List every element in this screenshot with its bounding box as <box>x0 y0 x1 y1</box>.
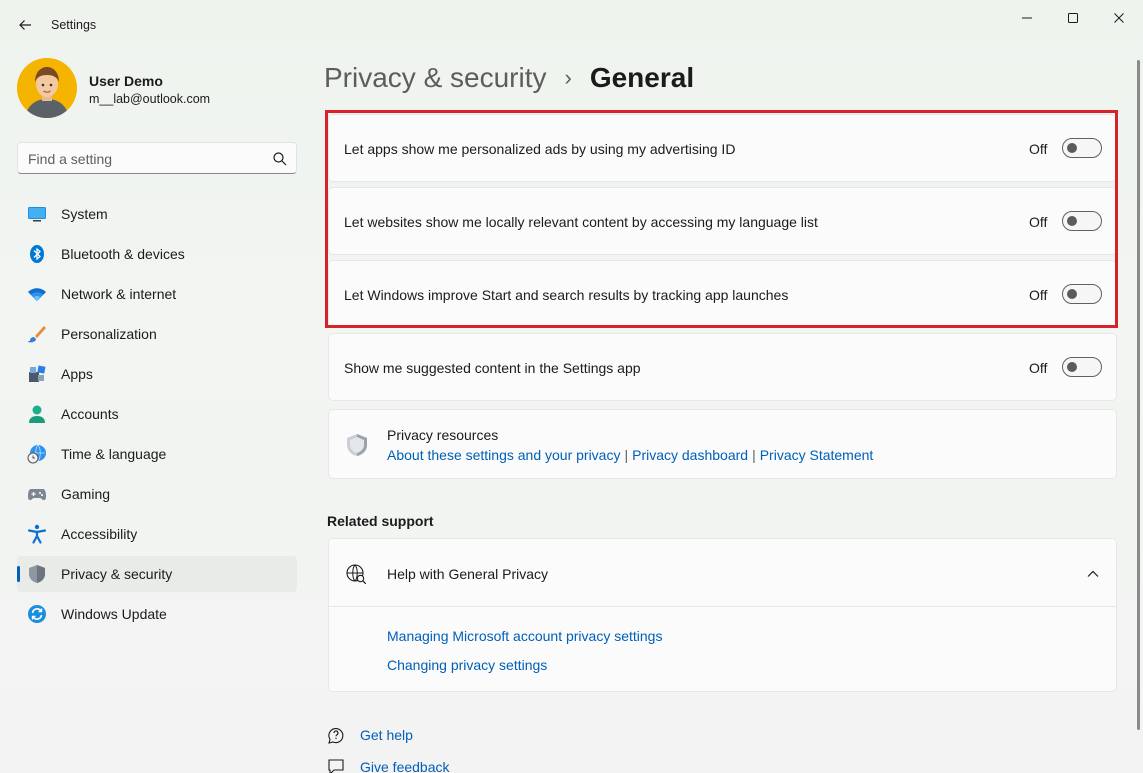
globe-search-icon <box>346 564 367 585</box>
toggle-state-label: Off <box>1029 287 1048 303</box>
toggle-state-label: Off <box>1029 360 1048 376</box>
privacy-resources-title: Privacy resources <box>387 427 499 443</box>
breadcrumb-chevron-icon: › <box>564 65 572 90</box>
sidebar-item-privacy-security[interactable]: Privacy & security <box>17 556 297 592</box>
sidebar-item-label: Accessibility <box>61 526 138 542</box>
sidebar-item-personalization[interactable]: Personalization <box>17 316 297 352</box>
toggle-state-label: Off <box>1029 214 1048 230</box>
sidebar-item-label: System <box>61 206 108 222</box>
sidebar-item-bluetooth[interactable]: Bluetooth & devices <box>17 236 297 272</box>
setting-label: Let websites show me locally relevant co… <box>344 214 818 230</box>
sidebar-item-windows-update[interactable]: Windows Update <box>17 596 297 632</box>
close-icon <box>1114 13 1124 23</box>
sidebar-item-accounts[interactable]: Accounts <box>17 396 297 432</box>
toggle-switch[interactable] <box>1062 357 1102 377</box>
apps-icon <box>27 364 47 384</box>
setting-row-suggested-content: Show me suggested content in the Setting… <box>328 333 1117 401</box>
privacy-statement-link[interactable]: Privacy Statement <box>760 447 874 463</box>
sidebar-item-label: Bluetooth & devices <box>61 246 185 262</box>
search-icon[interactable] <box>272 151 288 167</box>
user-email: m__lab@outlook.com <box>89 92 211 106</box>
sidebar-item-label: Apps <box>61 366 93 382</box>
sidebar-item-label: Time & language <box>61 446 167 462</box>
page-title: General <box>589 62 695 93</box>
setting-row-language-list: Let websites show me locally relevant co… <box>328 187 1117 255</box>
toggle-knob <box>1067 362 1077 372</box>
system-icon <box>27 204 47 224</box>
get-help-icon <box>328 728 344 744</box>
privacy-dashboard-link[interactable]: Privacy dashboard <box>632 447 748 463</box>
help-title: Help with General Privacy <box>387 566 549 582</box>
setting-label: Show me suggested content in the Setting… <box>344 360 641 376</box>
settings-window: Settings User Demo m__lab@outlook.com Fi… <box>0 0 1143 773</box>
app-title: Settings <box>51 18 97 32</box>
managing-privacy-link[interactable]: Managing Microsoft account privacy setti… <box>387 628 662 644</box>
maximize-button[interactable] <box>1050 6 1096 30</box>
help-expander-header[interactable]: Help with General Privacy <box>329 539 1116 607</box>
globe-clock-icon <box>27 444 47 464</box>
toggle-knob <box>1067 289 1077 299</box>
toggle-switch[interactable] <box>1062 211 1102 231</box>
avatar[interactable] <box>17 58 77 118</box>
privacy-resources-card: Privacy resources About these settings a… <box>328 409 1117 479</box>
related-support-heading: Related support <box>327 513 434 529</box>
search-box[interactable] <box>17 142 297 174</box>
toggle-knob <box>1067 216 1077 226</box>
person-icon <box>27 404 47 424</box>
close-button[interactable] <box>1096 6 1142 30</box>
breadcrumb-parent[interactable]: Privacy & security <box>324 62 547 94</box>
setting-label: Let apps show me personalized ads by usi… <box>344 141 736 157</box>
back-button[interactable] <box>12 12 38 38</box>
chevron-up-icon[interactable] <box>1085 566 1101 582</box>
maximize-icon <box>1068 13 1078 23</box>
sidebar-item-network[interactable]: Network & internet <box>17 276 297 312</box>
sidebar-item-label: Personalization <box>61 326 157 342</box>
sidebar-item-gaming[interactable]: Gaming <box>17 476 297 512</box>
bluetooth-icon <box>27 244 47 264</box>
toggle-state-label: Off <box>1029 141 1048 157</box>
setting-row-app-launches: Let Windows improve Start and search res… <box>328 260 1117 328</box>
sidebar-item-label: Windows Update <box>61 606 167 622</box>
link-separator: | <box>624 447 629 463</box>
user-avatar-icon <box>17 58 77 118</box>
scrollbar[interactable] <box>1137 60 1140 730</box>
active-indicator <box>17 566 20 582</box>
breadcrumb: Privacy & security › General <box>324 58 694 98</box>
back-arrow-icon <box>19 20 31 30</box>
sidebar-item-label: Network & internet <box>61 286 177 302</box>
toggle-knob <box>1067 143 1077 153</box>
feedback-icon <box>328 759 344 773</box>
update-icon <box>27 604 47 624</box>
shield-icon <box>347 434 367 456</box>
toggle-switch[interactable] <box>1062 284 1102 304</box>
changing-privacy-link[interactable]: Changing privacy settings <box>387 657 547 673</box>
minimize-icon <box>1022 17 1032 19</box>
minimize-button[interactable] <box>1004 6 1050 30</box>
setting-row-advertising-id: Let apps show me personalized ads by usi… <box>328 114 1117 182</box>
search-input[interactable] <box>28 149 258 169</box>
brush-icon <box>27 324 47 344</box>
link-separator: | <box>752 447 756 463</box>
get-help-link[interactable]: Get help <box>360 727 413 743</box>
give-feedback-link[interactable]: Give feedback <box>360 759 450 773</box>
sidebar-item-apps[interactable]: Apps <box>17 356 297 392</box>
sidebar-item-label: Accounts <box>61 406 119 422</box>
toggle-switch[interactable] <box>1062 138 1102 158</box>
help-card: Help with General Privacy Managing Micro… <box>328 538 1117 692</box>
sidebar-nav: System Bluetooth & devices Network & int… <box>17 196 297 636</box>
sidebar-item-accessibility[interactable]: Accessibility <box>17 516 297 552</box>
title-bar: Settings <box>0 0 1143 48</box>
sidebar-item-time-language[interactable]: Time & language <box>17 436 297 472</box>
setting-label: Let Windows improve Start and search res… <box>344 287 789 303</box>
sidebar-item-label: Gaming <box>61 486 111 502</box>
shield-icon <box>27 564 47 584</box>
gamepad-icon <box>27 484 47 504</box>
user-name: User Demo <box>89 73 163 89</box>
about-settings-link[interactable]: About these settings and your privacy <box>387 447 620 463</box>
accessibility-icon <box>27 524 47 544</box>
sidebar-item-system[interactable]: System <box>17 196 297 232</box>
privacy-resources-links: About these settings and your privacy | Pr… <box>387 447 873 463</box>
wifi-icon <box>27 284 47 304</box>
sidebar-item-label: Privacy & security <box>61 566 173 582</box>
